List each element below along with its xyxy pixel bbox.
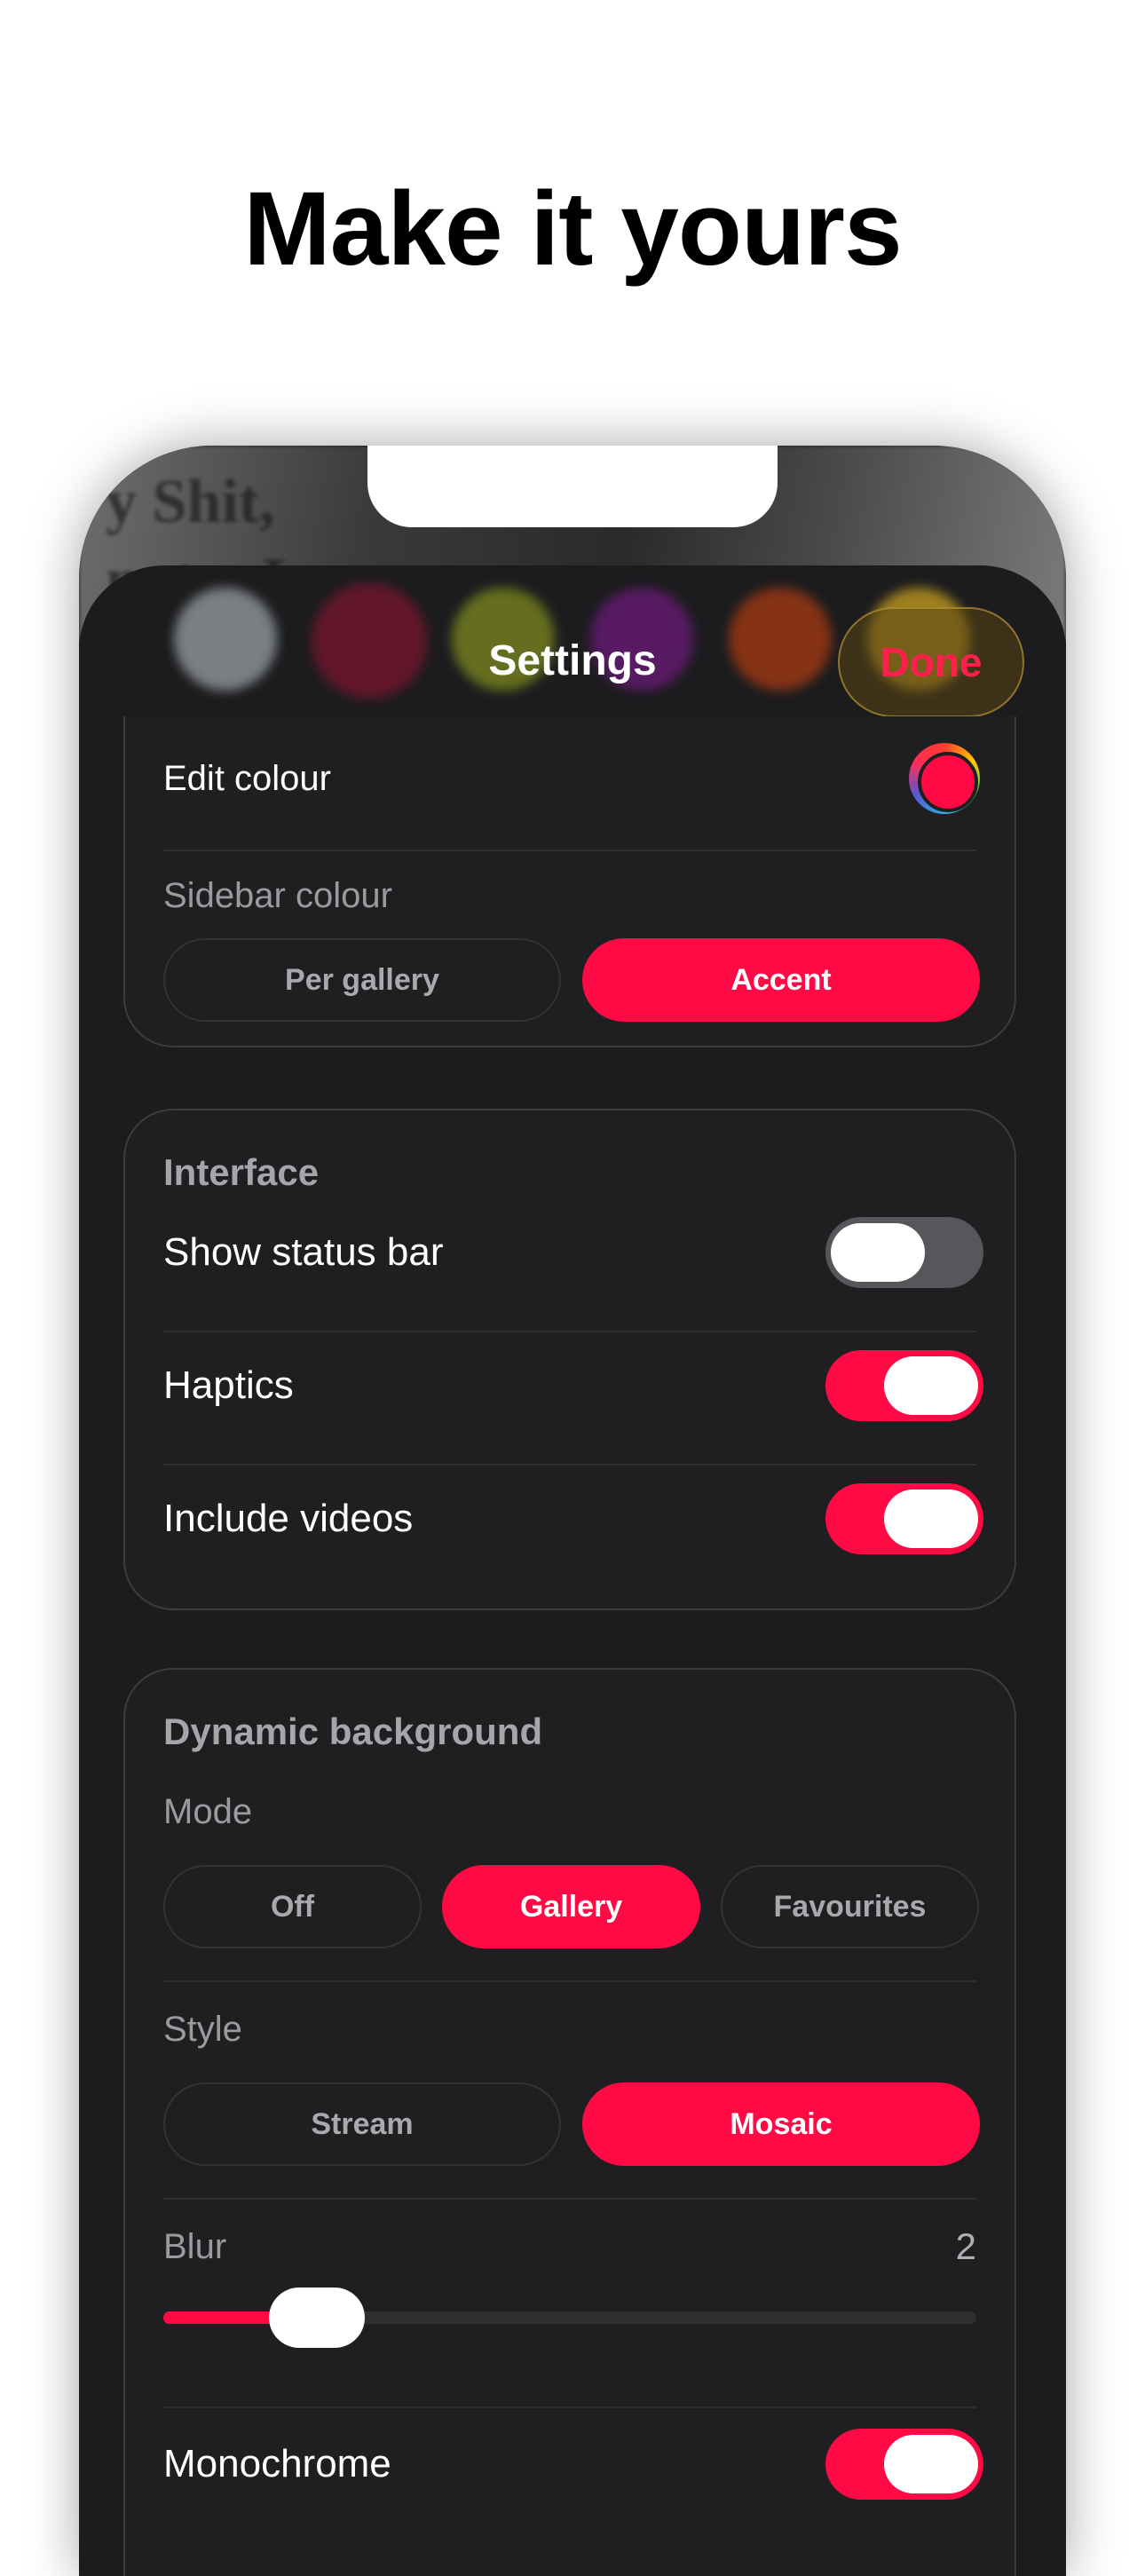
status-bar-toggle[interactable] bbox=[825, 1217, 983, 1288]
dynamic-background-title: Dynamic background bbox=[163, 1711, 543, 1752]
divider bbox=[163, 849, 976, 851]
colour-picker-icon[interactable] bbox=[909, 743, 980, 814]
monochrome-label: Monochrome bbox=[163, 2442, 391, 2485]
sidebar-option-accent[interactable]: Accent bbox=[582, 938, 980, 1022]
device-notch bbox=[367, 446, 778, 527]
divider bbox=[163, 1331, 976, 1332]
settings-sheet: Settings Done Edit colour Sidebar colour… bbox=[79, 565, 1066, 2576]
monochrome-toggle[interactable] bbox=[825, 2429, 983, 2500]
mode-option-gallery[interactable]: Gallery bbox=[442, 1865, 700, 1948]
phone-frame: y Shit, nutes L Settings Done Edit colou… bbox=[79, 446, 1066, 2576]
haptics-toggle[interactable] bbox=[825, 1350, 983, 1421]
include-videos-toggle[interactable] bbox=[825, 1483, 983, 1554]
divider bbox=[163, 1980, 976, 1982]
blur-value: 2 bbox=[955, 2225, 976, 2267]
sidebar-option-per-gallery[interactable]: Per gallery bbox=[163, 938, 561, 1022]
haptics-label: Haptics bbox=[163, 1363, 294, 1407]
done-button[interactable]: Done bbox=[838, 607, 1024, 717]
blur-slider-fill bbox=[163, 2311, 278, 2324]
style-label: Style bbox=[163, 2009, 242, 2049]
mode-option-favourites[interactable]: Favourites bbox=[721, 1865, 979, 1948]
edit-colour-label: Edit colour bbox=[163, 758, 331, 798]
style-option-stream[interactable]: Stream bbox=[163, 2082, 561, 2166]
colour-card: Edit colour Sidebar colour Per gallery A… bbox=[123, 716, 1016, 1047]
interface-title: Interface bbox=[163, 1151, 320, 1193]
sidebar-colour-label: Sidebar colour bbox=[163, 875, 392, 915]
interface-card: Interface Show status bar Haptics Includ… bbox=[123, 1109, 1016, 1610]
dynamic-background-card: Dynamic background Mode Off Gallery Favo… bbox=[123, 1668, 1016, 2576]
divider bbox=[163, 2198, 976, 2200]
status-bar-label: Show status bar bbox=[163, 1230, 444, 1274]
headline: Make it yours bbox=[243, 170, 902, 288]
divider bbox=[163, 1464, 976, 1466]
edit-colour-row[interactable]: Edit colour bbox=[163, 743, 976, 814]
mode-option-off[interactable]: Off bbox=[163, 1865, 422, 1948]
blur-slider-thumb[interactable] bbox=[268, 2288, 365, 2348]
divider bbox=[163, 2406, 976, 2408]
blur-label: Blur bbox=[163, 2226, 227, 2266]
include-videos-label: Include videos bbox=[163, 1497, 414, 1540]
mode-label: Mode bbox=[163, 1791, 253, 1831]
style-option-mosaic[interactable]: Mosaic bbox=[582, 2082, 980, 2166]
blur-slider[interactable] bbox=[163, 2288, 976, 2348]
